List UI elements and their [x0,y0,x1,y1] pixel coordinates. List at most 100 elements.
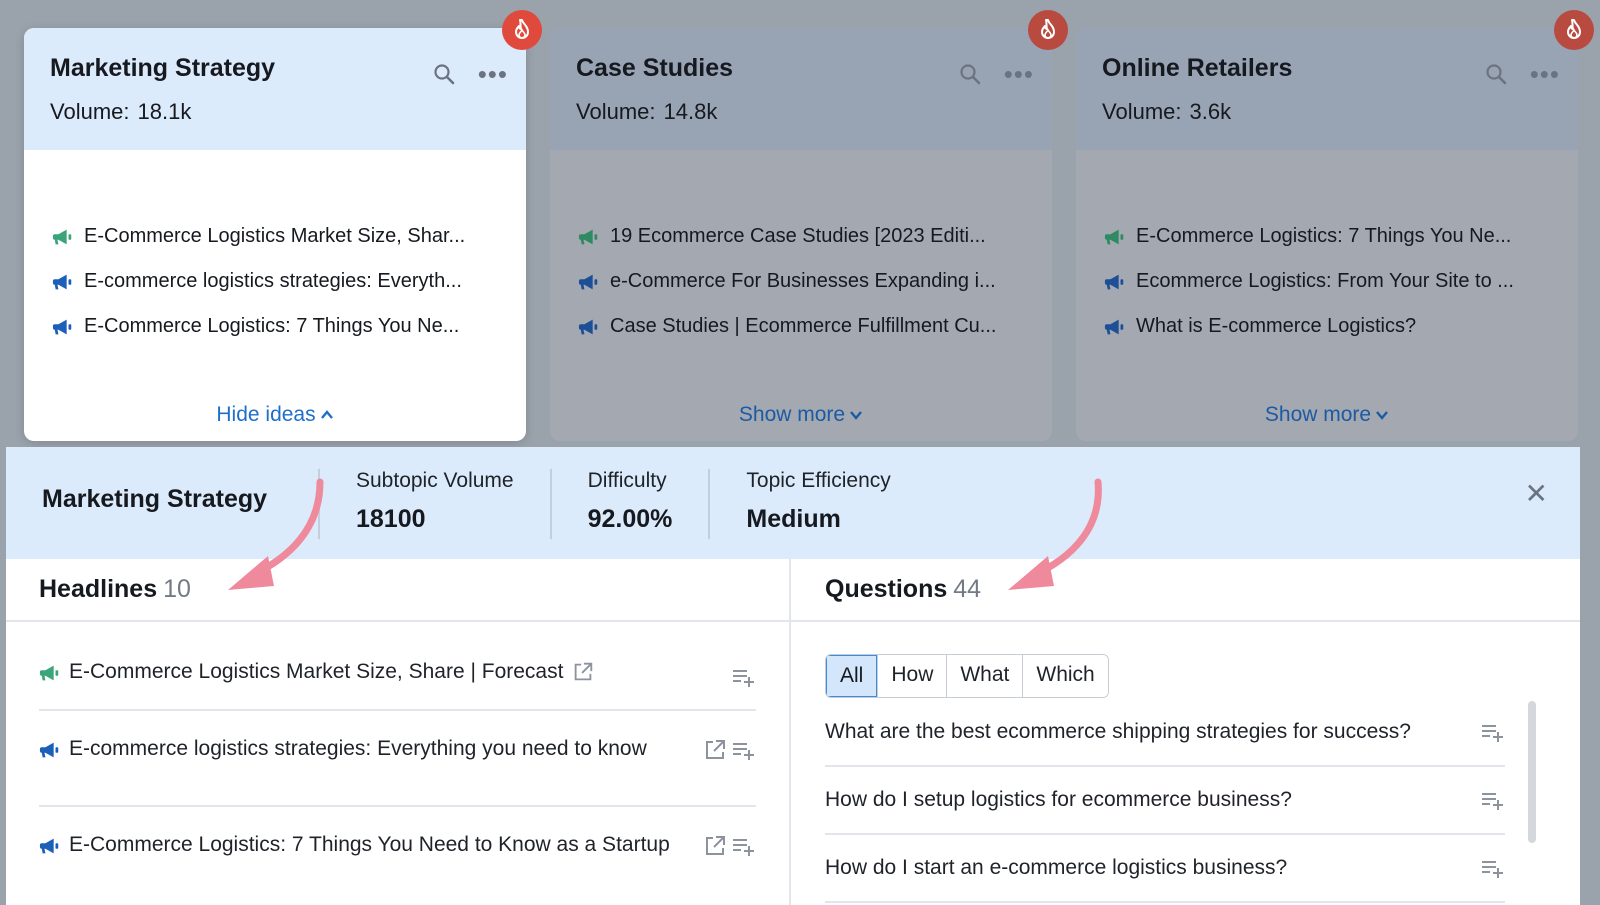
add-to-list-icon[interactable] [1479,855,1505,881]
megaphone-green-icon [39,662,61,684]
filter-how[interactable]: How [877,655,947,697]
headline-text: E-Commerce Logistics Market Size, Share … [69,660,564,683]
card-header: Online Retailers Volume: 3.6k ••• [1076,28,1578,150]
idea-item[interactable]: E-Commerce Logistics: 7 Things You Ne... [52,304,500,349]
idea-item[interactable]: e-Commerce For Businesses Expanding i... [578,259,1026,304]
topic-card-online-retailers[interactable]: Online Retailers Volume: 3.6k ••• E-Comme… [1076,28,1578,441]
card-header: Marketing Strategy Volume: 18.1k ••• [24,28,526,150]
idea-item[interactable]: What is E-commerce Logistics? [1104,304,1552,349]
headline-item[interactable]: E-Commerce Logistics: 7 Things You Need … [39,807,756,903]
headline-actions [702,833,756,859]
chevron-down-icon [850,411,863,421]
chevron-down-icon [1376,411,1389,421]
megaphone-blue-icon [1104,271,1126,293]
trending-fire-icon [1554,10,1594,50]
search-icon[interactable] [1484,62,1508,86]
volume-value: 3.6k [1189,99,1232,124]
headlines-column: Headlines 10 E-Commerce Logistics Market … [6,559,791,905]
panel-columns: Headlines 10 E-Commerce Logistics Market … [6,559,1580,905]
idea-text: e-Commerce For Businesses Expanding i... [610,270,996,292]
card-actions: ••• [1484,61,1560,87]
more-options-icon[interactable]: ••• [1530,61,1560,87]
megaphone-green-icon [52,226,74,248]
megaphone-blue-icon [39,739,61,761]
card-header: Case Studies Volume: 14.8k ••• [550,28,1052,150]
show-more-button[interactable]: Show more [550,403,1052,427]
idea-text: E-Commerce Logistics: 7 Things You Ne... [1136,225,1512,247]
idea-text: E-Commerce Logistics: 7 Things You Ne... [84,315,460,337]
questions-header: Questions 44 [791,559,1580,622]
hide-ideas-label: Hide ideas [216,403,316,426]
add-to-list-icon[interactable] [730,833,756,859]
headline-text: E-Commerce Logistics: 7 Things You Need … [69,833,670,856]
external-link-icon[interactable] [571,660,595,684]
volume-label: Volume: [1102,99,1182,124]
more-options-icon[interactable]: ••• [478,61,508,87]
megaphone-blue-icon [52,271,74,293]
stat-label: Topic Efficiency [746,469,891,492]
add-to-list-icon[interactable] [1479,719,1505,745]
close-icon[interactable]: ✕ [1525,477,1548,510]
idea-text: What is E-commerce Logistics? [1136,315,1417,337]
headlines-header: Headlines 10 [6,559,789,622]
idea-text: Ecommerce Logistics: From Your Site to .… [1136,270,1514,292]
card-ideas: E-Commerce Logistics Market Size, Shar..… [24,150,526,349]
idea-text: E-commerce logistics strategies: Everyth… [84,270,462,292]
show-more-label: Show more [1264,403,1372,426]
idea-item[interactable]: E-Commerce Logistics: 7 Things You Ne... [1104,214,1552,259]
trending-fire-icon [502,10,542,50]
question-item[interactable]: How do I start an e-commerce logistics b… [825,835,1505,903]
idea-text: 19 Ecommerce Case Studies [2023 Editi... [610,225,986,247]
megaphone-green-icon [1104,226,1126,248]
question-text: How do I setup logistics for ecommerce b… [825,788,1292,811]
idea-item[interactable]: 19 Ecommerce Case Studies [2023 Editi... [578,214,1026,259]
idea-item[interactable]: E-commerce logistics strategies: Everyth… [52,259,500,304]
headlines-title: Headlines [39,575,158,603]
headline-item[interactable]: E-commerce logistics strategies: Everyth… [39,711,756,807]
add-to-list-icon[interactable] [730,737,756,763]
volume-label: Volume: [576,99,656,124]
question-item[interactable]: What are the best ecommerce shipping str… [825,699,1505,767]
filter-what[interactable]: What [946,655,1023,697]
card-volume: Volume: 18.1k [50,99,500,125]
questions-scrollbar[interactable] [1528,701,1536,843]
question-item[interactable]: How do I setup logistics for ecommerce b… [825,767,1505,835]
idea-text: Case Studies | Ecommerce Fulfillment Cu.… [610,315,997,337]
stat-value: 18100 [356,505,426,533]
add-to-list-icon[interactable] [1479,787,1505,813]
megaphone-blue-icon [578,316,600,338]
topic-card-marketing-strategy[interactable]: Marketing Strategy Volume: 18.1k ••• E-Co… [24,28,526,441]
show-more-button[interactable]: Show more [1076,403,1578,427]
stat-topic-efficiency: Topic Efficiency Medium [708,469,926,539]
search-icon[interactable] [958,62,982,86]
card-actions: ••• [432,61,508,87]
headline-text: E-commerce logistics strategies: Everyth… [69,737,647,760]
card-volume: Volume: 14.8k [576,99,1026,125]
idea-item[interactable]: Ecommerce Logistics: From Your Site to .… [1104,259,1552,304]
questions-title: Questions [825,575,948,603]
stat-label: Subtopic Volume [356,469,514,492]
headline-actions [730,664,756,690]
filter-which[interactable]: Which [1022,655,1108,697]
stat-subtopic-volume: Subtopic Volume 18100 [318,469,550,539]
stat-difficulty: Difficulty 92.00% [549,469,709,539]
megaphone-blue-icon [578,271,600,293]
more-options-icon[interactable]: ••• [1004,61,1034,87]
stat-value: 92.00% [587,505,673,533]
external-link-icon[interactable] [702,737,728,763]
card-ideas: E-Commerce Logistics: 7 Things You Ne...… [1076,150,1578,349]
megaphone-blue-icon [1104,316,1126,338]
questions-column: Questions 44 All How What Which What are … [791,559,1580,905]
search-icon[interactable] [432,62,456,86]
question-text: What are the best ecommerce shipping str… [825,720,1411,743]
topic-card-case-studies[interactable]: Case Studies Volume: 14.8k ••• 19 Ecommer… [550,28,1052,441]
add-to-list-icon[interactable] [730,664,756,690]
hide-ideas-button[interactable]: Hide ideas [24,403,526,427]
idea-item[interactable]: Case Studies | Ecommerce Fulfillment Cu.… [578,304,1026,349]
megaphone-blue-icon [39,835,61,857]
idea-item[interactable]: E-Commerce Logistics Market Size, Shar..… [52,214,500,259]
topic-stats-bar: Marketing Strategy Subtopic Volume 18100… [6,447,1580,559]
external-link-icon[interactable] [702,833,728,859]
headline-item[interactable]: E-Commerce Logistics Market Size, Share … [39,622,756,711]
filter-all[interactable]: All [826,655,878,697]
